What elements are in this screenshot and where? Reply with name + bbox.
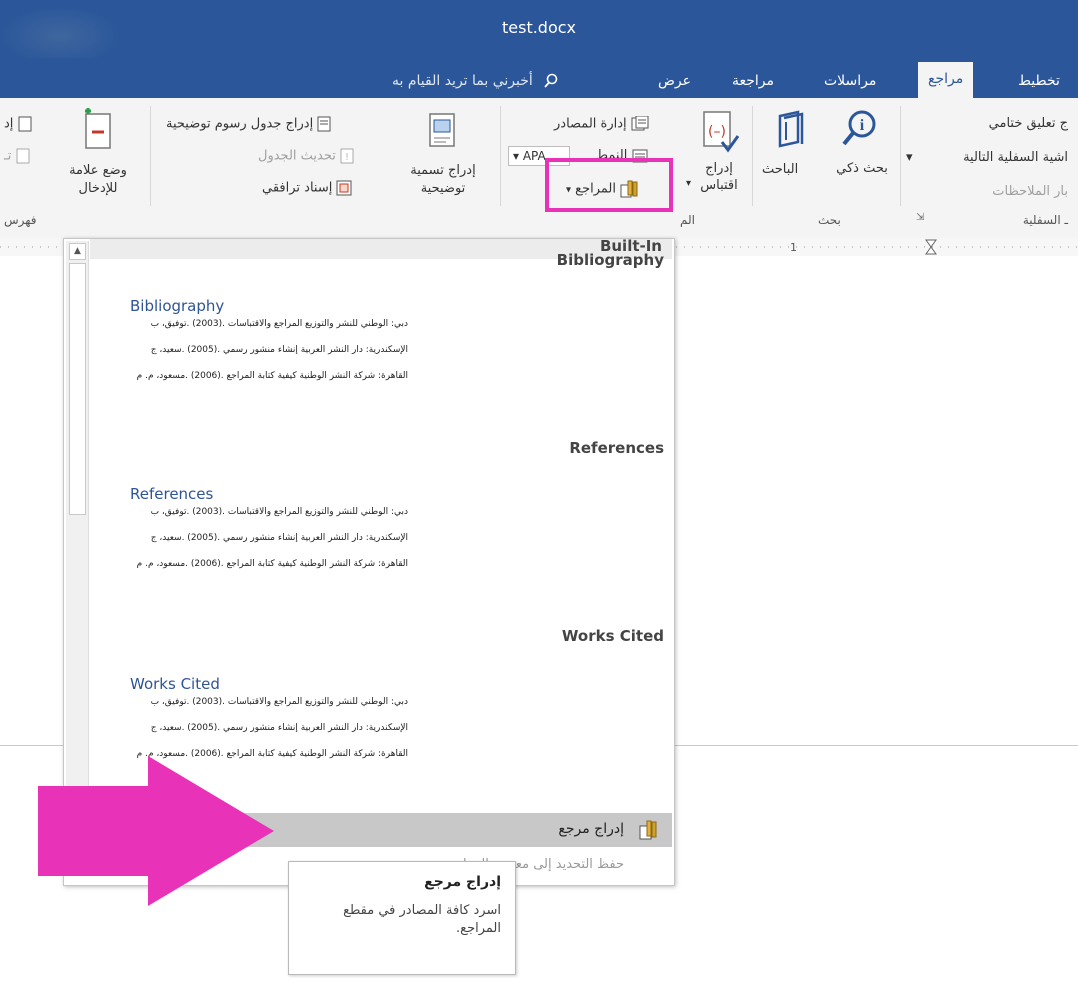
mark-entry-button[interactable]: وضع علامة للإدخال — [58, 162, 138, 198]
title-bar: test.docx — [0, 0, 1078, 66]
cross-reference-label: إسناد ترافقي — [262, 180, 333, 196]
insert-bibliography-tooltip: إدراج مرجع اسرد كافة المصادر في مقطع الم… — [288, 861, 516, 975]
insert-endnote-button[interactable]: ج تعليق ختامي — [989, 116, 1068, 131]
preview-line: دبي: الوطني للنشر والتوزيع المراجع والاق… — [150, 697, 408, 707]
preview-line: الإسكندرية: دار النشر العربية إنشاء منشو… — [150, 533, 408, 543]
tell-me-box[interactable]: أخبرني بما تريد القيام به — [392, 64, 559, 98]
svg-text:!: ! — [345, 152, 349, 163]
manage-sources-label: إدارة المصادر — [554, 116, 627, 132]
dialog-launcher-icon[interactable]: ⇲ — [916, 212, 924, 223]
insert-citation-button[interactable]: إدراج اقتباس — [696, 160, 742, 194]
preview-line: القاهرة: شركة النشر الوطنية كيفية كتابة … — [136, 371, 408, 381]
insert-bibliography-icon — [639, 820, 657, 840]
show-notes-button: بار الملاحظات — [992, 184, 1068, 199]
arrow-annotation-icon — [38, 756, 274, 906]
svg-text:1: 1 — [790, 241, 797, 254]
next-footnote-button[interactable]: اشية السفلية التالية — [963, 150, 1068, 165]
insert-caption-button[interactable]: إدراج تسمية توضيحية — [398, 162, 488, 198]
insert-citation-icon: (–) — [703, 111, 740, 153]
citation-style-value: APA — [522, 149, 546, 163]
tab-view[interactable]: عرض — [648, 64, 701, 98]
svg-text:i: i — [860, 117, 865, 134]
preview-line: دبي: الوطني للنشر والتوزيع المراجع والاق… — [150, 507, 408, 517]
manage-sources-icon — [631, 115, 649, 131]
insert-table-of-figures-label: إدراج جدول رسوم توضيحية — [166, 116, 314, 132]
table-of-figures-icon — [317, 116, 331, 132]
tooltip-title: إدراج مرجع — [424, 874, 501, 890]
insert-index-icon — [18, 116, 32, 132]
index-group-label: فهرس — [4, 213, 37, 227]
mark-entry-icon — [85, 108, 111, 149]
section-title-bibliography: Bibliography — [556, 251, 664, 269]
researcher-icon — [778, 110, 804, 148]
gallery-item-references[interactable]: References دبي: الوطني للنشر والتوزيع ال… — [90, 475, 672, 605]
gallery-item-bibliography[interactable]: Bibliography دبي: الوطني للنشر والتوزيع … — [90, 287, 672, 417]
insert-citation-dropdown-icon[interactable]: ▾ — [686, 178, 691, 189]
highlight-box-annotation — [545, 158, 673, 212]
footnotes-group-label: ـ السفلية — [1022, 213, 1068, 227]
tab-review[interactable]: مراجعة — [722, 64, 784, 98]
smart-lookup-button[interactable]: بحث ذكي — [836, 160, 888, 177]
citations-group-label: الم — [680, 213, 695, 227]
update-table-label: تحديث الجدول — [258, 148, 336, 164]
tab-layout[interactable]: تخطيط — [1008, 64, 1070, 98]
insert-index-label: إد — [4, 116, 14, 132]
researcher-button[interactable]: الباحث — [762, 162, 798, 177]
cross-reference-icon — [336, 180, 352, 196]
preview-line: الإسكندرية: دار النشر العربية إنشاء منشو… — [150, 345, 408, 355]
cross-reference-button[interactable]: إسناد ترافقي — [262, 180, 352, 196]
manage-sources-button[interactable]: إدارة المصادر — [554, 115, 649, 132]
svg-text:(–): (–) — [708, 124, 726, 140]
preview-line: الإسكندرية: دار النشر العربية إنشاء منشو… — [150, 723, 408, 733]
tell-me-text: أخبرني بما تريد القيام به — [392, 73, 533, 89]
scroll-up-icon[interactable]: ▲ — [69, 243, 86, 260]
section-title-works-cited: Works Cited — [561, 627, 664, 645]
insert-bibliography-label: إدراج مرجع — [558, 821, 624, 837]
preview-title: Works Cited — [130, 675, 220, 693]
insert-table-of-figures-button[interactable]: إدراج جدول رسوم توضيحية — [166, 116, 331, 132]
preview-line: القاهرة: شركة النشر الوطنية كيفية كتابة … — [136, 559, 408, 569]
window-title: test.docx — [501, 18, 577, 37]
update-index-icon — [16, 148, 30, 164]
search-icon — [544, 73, 558, 88]
section-title-references: References — [569, 439, 664, 457]
preview-line: دبي: الوطني للنشر والتوزيع المراجع والاق… — [150, 319, 408, 329]
tab-references[interactable]: مراجع — [918, 62, 974, 98]
tooltip-body: اسرد كافة المصادر في مقطع المراجع. — [343, 903, 501, 936]
next-footnote-dropdown-icon[interactable]: ▾ — [906, 150, 913, 165]
scroll-thumb[interactable] — [69, 263, 86, 515]
update-table-icon: ! — [340, 148, 354, 164]
insert-index-button[interactable]: إد — [4, 116, 32, 132]
update-index-label: تـ — [4, 148, 12, 164]
preview-title: References — [130, 485, 214, 503]
ribbon-tab-bar: تخطيط مراجع مراسلات مراجعة عرض أخبرني بم… — [0, 58, 1078, 98]
update-index-button: تـ — [4, 148, 30, 164]
update-table-button: تحديث الجدول ! — [258, 148, 354, 164]
gallery-scrollbar[interactable]: ▲ — [66, 241, 89, 801]
tab-mailings[interactable]: مراسلات — [814, 64, 886, 98]
dropdown-arrow-icon: ▾ — [513, 149, 523, 163]
insert-caption-icon — [429, 113, 455, 147]
preview-title: Bibliography — [130, 297, 225, 315]
research-group-label: بحث — [818, 213, 841, 227]
ribbon: ج تعليق ختامي اشية السفلية التالية ▾ بار… — [0, 98, 1078, 239]
smart-lookup-icon: i — [842, 110, 876, 146]
